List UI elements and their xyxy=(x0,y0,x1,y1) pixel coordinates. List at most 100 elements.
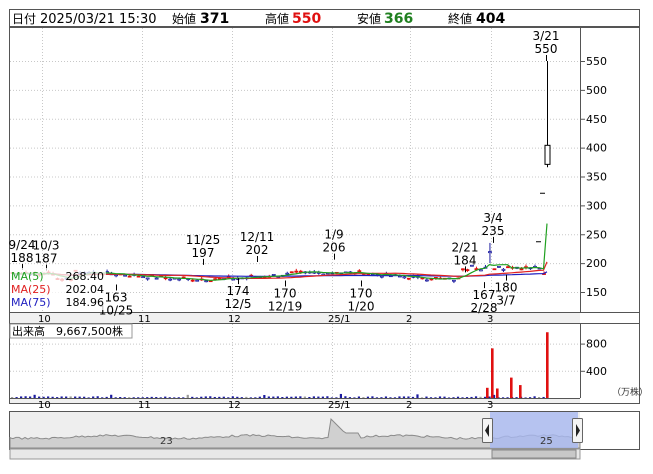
volume-bar xyxy=(200,396,203,398)
volume-bar xyxy=(74,396,77,398)
volume-bar xyxy=(407,396,410,398)
candle-body xyxy=(461,268,465,271)
volume-bar xyxy=(308,396,311,398)
price-y-tick-label: 150 xyxy=(586,286,607,299)
volume-x-tick-label: 12 xyxy=(228,400,241,411)
annotation-value: 235 xyxy=(482,224,505,238)
annotation-date: 12/11 xyxy=(240,230,275,244)
candle-body xyxy=(497,266,501,268)
volume-bar xyxy=(461,397,464,398)
candle-body xyxy=(195,279,200,282)
annotation-value: 180 xyxy=(495,281,518,295)
volume-bar xyxy=(177,397,180,398)
candle-body xyxy=(271,274,276,276)
price-y-tick-label: 250 xyxy=(586,228,607,241)
navigator-left-handle[interactable] xyxy=(482,418,493,443)
annotation-date: 12/5 xyxy=(225,297,252,311)
volume-bar xyxy=(69,396,72,398)
volume-bar xyxy=(20,396,23,398)
price-x-tick-label: 12 xyxy=(228,314,241,325)
navigator-selection[interactable] xyxy=(490,412,578,448)
annotation-value: 188 xyxy=(11,251,34,265)
volume-bar xyxy=(195,397,198,398)
volume-bar xyxy=(60,396,63,398)
volume-bar xyxy=(128,397,131,398)
annotation-date: 1/9 xyxy=(324,228,343,242)
ma25-legend-label: MA(25) xyxy=(11,283,51,296)
volume-bar xyxy=(155,397,158,398)
volume-bar xyxy=(479,396,482,398)
volume-bar xyxy=(434,397,437,398)
candle-body xyxy=(123,274,128,277)
annotation-date: 11/25 xyxy=(186,233,221,247)
candle-body xyxy=(452,279,456,282)
price-y-tick-label: 300 xyxy=(586,199,607,212)
volume-bar xyxy=(263,395,266,398)
candle-body xyxy=(492,268,497,271)
volume-bar xyxy=(474,396,478,398)
volume-bar xyxy=(227,397,230,398)
candle-body xyxy=(402,276,407,279)
volume-bar xyxy=(524,397,527,398)
volume-bar xyxy=(402,396,406,398)
candle-body xyxy=(177,278,182,281)
volume-bar xyxy=(110,394,113,398)
volume-bar xyxy=(213,396,216,398)
open-value: 371 xyxy=(200,11,229,27)
annotation-value: 163 xyxy=(105,290,128,304)
price-x-tick-label: 2 xyxy=(406,314,412,325)
volume-bar xyxy=(83,396,86,398)
volume-bar xyxy=(348,397,352,398)
navigator-scrollbar-thumb[interactable] xyxy=(491,449,577,459)
volume-bar xyxy=(528,397,532,398)
volume-bar xyxy=(353,397,356,398)
volume-bar xyxy=(11,397,14,398)
volume-bar xyxy=(294,396,297,398)
volume-bar xyxy=(191,396,194,398)
annotation-value: 206 xyxy=(323,241,346,255)
volume-bar xyxy=(218,396,221,398)
volume-bar xyxy=(303,396,306,398)
volume-bar xyxy=(366,396,370,398)
volume-spike-bar xyxy=(519,385,522,398)
price-x-tick-label: 25/1 xyxy=(328,314,350,325)
volume-bar xyxy=(321,396,324,398)
annotation-date: 12/19 xyxy=(268,299,303,313)
close-label: 終値 xyxy=(448,11,472,26)
volume-bar xyxy=(384,396,388,398)
annotation-date: 3/4 xyxy=(483,211,502,225)
volume-bar xyxy=(204,396,207,398)
high-value: 550 xyxy=(292,11,321,27)
volume-bar xyxy=(452,397,455,398)
volume-y-tick-label: 400 xyxy=(586,365,607,378)
volume-x-tick-label: 10 xyxy=(38,400,51,411)
volume-bar xyxy=(137,397,140,398)
volume-x-strip xyxy=(10,399,580,403)
volume-unit: （万株） xyxy=(612,386,648,398)
volume-bar xyxy=(258,396,261,398)
volume-bar xyxy=(393,397,397,398)
ma5-legend-value: 268.40 xyxy=(66,270,105,283)
chart-canvas: 日付 2025/03/21 15:30 始値 371 高値 550 安値 366… xyxy=(9,9,648,460)
date-label: 日付 xyxy=(12,12,36,26)
candle-body xyxy=(163,277,168,280)
volume-x-tick-label: 3 xyxy=(487,400,493,411)
price-y-tick-label: 350 xyxy=(586,171,607,184)
navigator-right-handle[interactable] xyxy=(572,418,583,443)
annotation-date: 10/3 xyxy=(33,239,60,253)
volume-x-tick-label: 25/1 xyxy=(328,400,350,411)
volume-bar xyxy=(281,397,284,398)
chart-frame xyxy=(9,27,640,404)
annotation-value: 170 xyxy=(350,286,373,300)
volume-bar xyxy=(209,396,212,398)
volume-spike-bar xyxy=(496,388,499,398)
volume-bar xyxy=(159,397,162,398)
candle-body xyxy=(298,270,303,273)
candle-body xyxy=(145,277,150,280)
volume-bar xyxy=(537,397,541,398)
candle-body xyxy=(204,280,209,283)
volume-bar xyxy=(506,397,509,398)
annotation-value: 550 xyxy=(535,42,558,56)
candle-body xyxy=(154,277,159,280)
volume-bar xyxy=(105,396,108,398)
